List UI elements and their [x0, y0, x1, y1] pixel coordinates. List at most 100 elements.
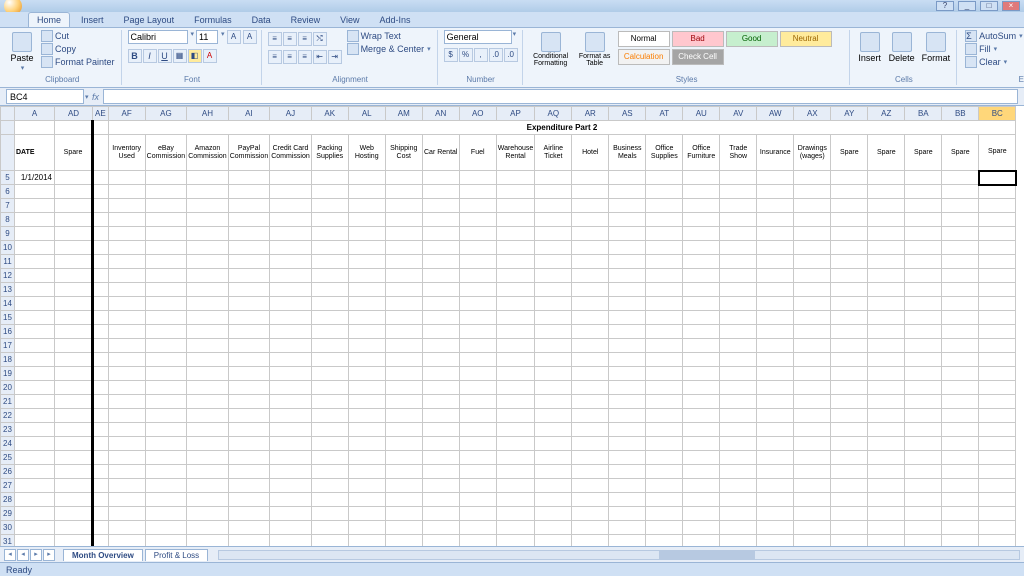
grid-cell[interactable]: [794, 269, 831, 283]
grid-cell[interactable]: [572, 409, 609, 423]
grid-cell[interactable]: [311, 353, 348, 367]
grid-cell[interactable]: [15, 269, 55, 283]
row-header[interactable]: 24: [1, 437, 15, 451]
grid-cell[interactable]: [979, 269, 1016, 283]
format-painter-button[interactable]: Format Painter: [39, 56, 117, 68]
row-header[interactable]: [1, 121, 15, 135]
grid-cell[interactable]: [794, 507, 831, 521]
grid-cell[interactable]: [720, 269, 757, 283]
grid-cell[interactable]: [228, 297, 270, 311]
grid-cell[interactable]: [311, 465, 348, 479]
grid-cell[interactable]: [228, 479, 270, 493]
grid-cell[interactable]: [311, 339, 348, 353]
tab-view[interactable]: View: [331, 12, 368, 27]
grid-cell[interactable]: [794, 437, 831, 451]
grid-cell[interactable]: [422, 227, 459, 241]
grid-cell[interactable]: [646, 171, 683, 185]
grid-cell[interactable]: [93, 241, 109, 255]
grid-cell[interactable]: [609, 353, 646, 367]
grid-cell[interactable]: [979, 241, 1016, 255]
grid-cell[interactable]: [535, 409, 572, 423]
grid-cell[interactable]: [93, 185, 109, 199]
grid-cell[interactable]: [720, 451, 757, 465]
grid-cell[interactable]: [270, 325, 312, 339]
grid-cell[interactable]: [794, 451, 831, 465]
grid-cell[interactable]: [385, 255, 422, 269]
grid-cell[interactable]: [979, 535, 1016, 547]
grid-cell[interactable]: [905, 423, 942, 437]
grid-cell[interactable]: [646, 395, 683, 409]
grid-cell[interactable]: [15, 339, 55, 353]
grid-cell[interactable]: [348, 325, 385, 339]
grid-cell[interactable]: [311, 381, 348, 395]
grid-cell[interactable]: [868, 311, 905, 325]
row-header[interactable]: 20: [1, 381, 15, 395]
grid-cell[interactable]: [187, 325, 229, 339]
grid-cell[interactable]: [572, 269, 609, 283]
grid-cell[interactable]: [270, 367, 312, 381]
grid-cell[interactable]: [757, 185, 794, 199]
grid-cell[interactable]: [108, 493, 145, 507]
grid-cell[interactable]: [311, 437, 348, 451]
grid-cell[interactable]: [422, 171, 459, 185]
grid-cell[interactable]: [757, 395, 794, 409]
grid-cell[interactable]: [942, 507, 979, 521]
row-header[interactable]: 28: [1, 493, 15, 507]
grid-cell[interactable]: [572, 213, 609, 227]
column-title[interactable]: Business Meals: [609, 135, 646, 171]
grid-cell[interactable]: [683, 213, 720, 227]
grid-cell[interactable]: [683, 423, 720, 437]
grid-cell[interactable]: [683, 367, 720, 381]
grid-cell[interactable]: [831, 325, 868, 339]
close-button[interactable]: ×: [1002, 1, 1020, 11]
grid-cell[interactable]: [385, 479, 422, 493]
row-header[interactable]: 27: [1, 479, 15, 493]
grid-cell[interactable]: [609, 437, 646, 451]
grid-cell[interactable]: 1/1/2014: [15, 171, 55, 185]
grid-cell[interactable]: [572, 199, 609, 213]
column-title[interactable]: Office Supplies: [646, 135, 683, 171]
grid-cell[interactable]: [942, 283, 979, 297]
grid-cell[interactable]: [646, 297, 683, 311]
grid-cell[interactable]: [311, 521, 348, 535]
grid-cell[interactable]: [15, 185, 55, 199]
grid-cell[interactable]: [535, 381, 572, 395]
grid-cell[interactable]: [609, 465, 646, 479]
column-title[interactable]: Hotel: [572, 135, 609, 171]
grid-cell[interactable]: [794, 353, 831, 367]
row-header[interactable]: 12: [1, 269, 15, 283]
grid-cell[interactable]: [609, 269, 646, 283]
grid-cell[interactable]: [15, 325, 55, 339]
grid-cell[interactable]: [93, 367, 109, 381]
column-title[interactable]: Insurance: [757, 135, 794, 171]
grid-cell[interactable]: [942, 311, 979, 325]
column-title[interactable]: DATE: [15, 135, 55, 171]
maximize-button[interactable]: □: [980, 1, 998, 11]
grid-cell[interactable]: [646, 535, 683, 547]
grid-cell[interactable]: [942, 381, 979, 395]
grid-cell[interactable]: [385, 381, 422, 395]
grid-cell[interactable]: [228, 367, 270, 381]
grid-cell[interactable]: [720, 199, 757, 213]
grid-cell[interactable]: [646, 241, 683, 255]
grid-cell[interactable]: [311, 269, 348, 283]
column-title[interactable]: Office Furniture: [683, 135, 720, 171]
grid-cell[interactable]: [979, 521, 1016, 535]
grid-cell[interactable]: [720, 339, 757, 353]
grid-cell[interactable]: [831, 423, 868, 437]
grid-cell[interactable]: [794, 367, 831, 381]
grid-cell[interactable]: [794, 227, 831, 241]
row-header[interactable]: 11: [1, 255, 15, 269]
grid-cell[interactable]: [145, 395, 187, 409]
grid-cell[interactable]: [311, 325, 348, 339]
grid-cell[interactable]: [422, 339, 459, 353]
grid-cell[interactable]: [108, 451, 145, 465]
grid-cell[interactable]: [720, 283, 757, 297]
grid-cell[interactable]: [459, 437, 496, 451]
grid-cell[interactable]: [905, 213, 942, 227]
grid-cell[interactable]: [905, 283, 942, 297]
grid-cell[interactable]: [145, 269, 187, 283]
grid-cell[interactable]: [145, 227, 187, 241]
tab-data[interactable]: Data: [243, 12, 280, 27]
grid-cell[interactable]: [535, 465, 572, 479]
